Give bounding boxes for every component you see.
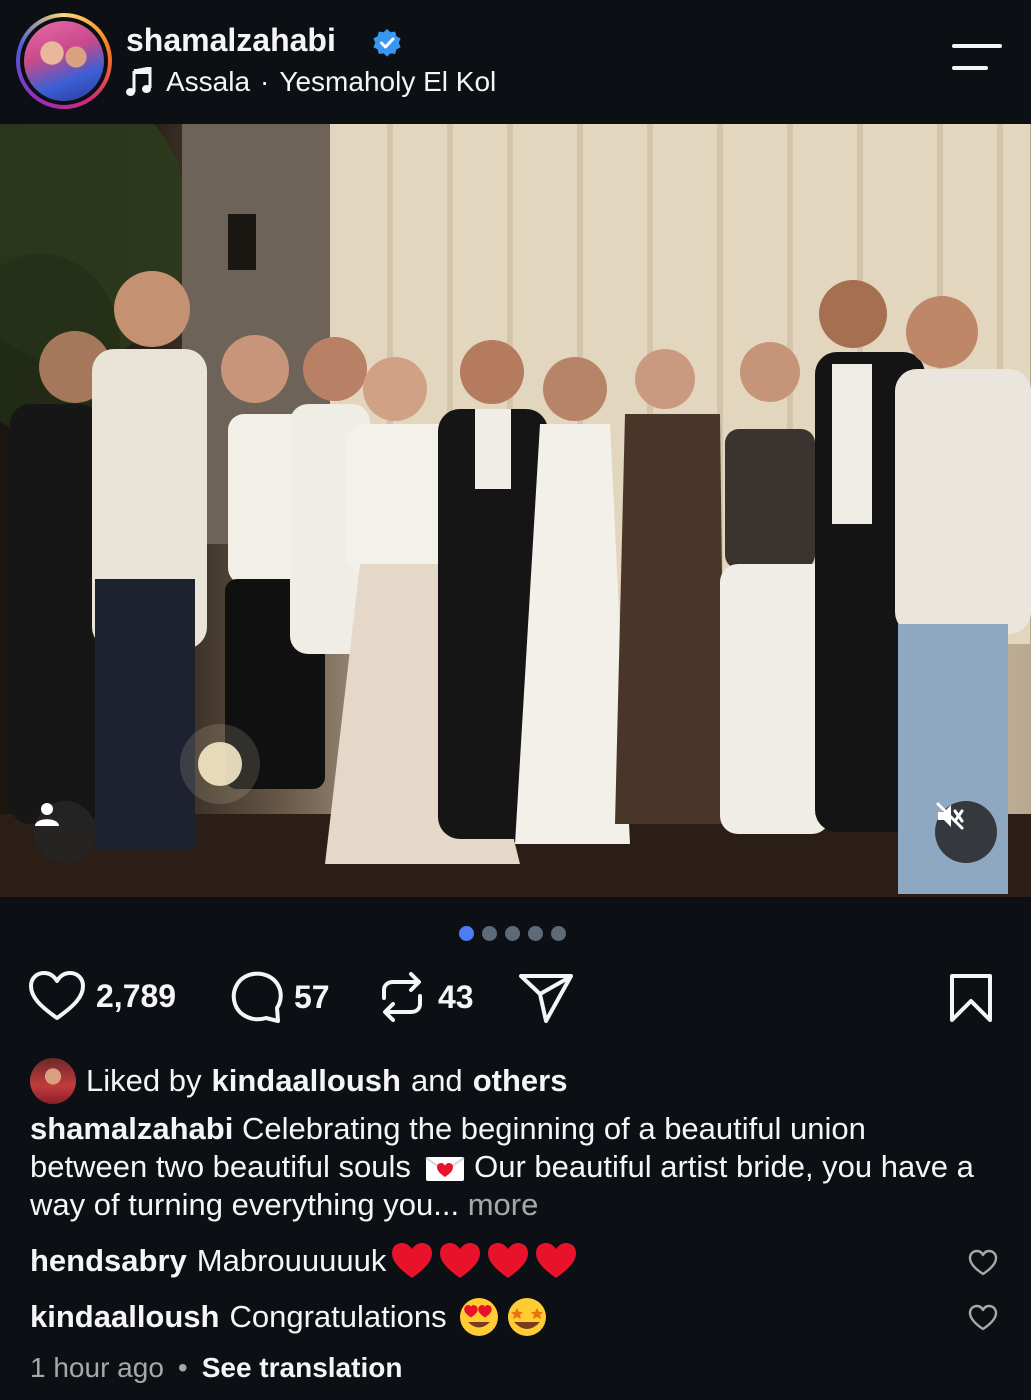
carousel-dot <box>528 926 543 941</box>
caption-more-link[interactable]: more <box>468 1187 539 1222</box>
carousel-indicator <box>459 926 566 941</box>
post-caption: shamalzahabi Celebrating the beginning o… <box>30 1110 990 1224</box>
music-track[interactable]: Assala · Yesmaholy El Kol <box>126 66 496 98</box>
bookmark-icon[interactable] <box>948 973 994 1023</box>
comment-row: kindaalloush Congratulations <box>30 1296 551 1338</box>
comment-row: hendsabry Mabrouuuuuk <box>30 1240 582 1282</box>
carousel-dot <box>551 926 566 941</box>
repost-count[interactable]: 43 <box>438 979 474 1016</box>
carousel-dot-active <box>459 926 474 941</box>
caption-username[interactable]: shamalzahabi <box>30 1111 233 1146</box>
post-photo[interactable] <box>0 124 1031 897</box>
post-header: shamalzahabi Assala · Yesmaholy El Kol <box>0 0 1031 124</box>
post-footer: 1 hour ago • See translation <box>30 1352 402 1384</box>
music-note-icon <box>126 67 152 96</box>
footer-separator: • <box>177 1352 188 1383</box>
tagged-people-button[interactable] <box>34 801 96 863</box>
comment-action[interactable]: 57 <box>230 970 330 1024</box>
avatar[interactable] <box>24 21 104 101</box>
love-letter-icon <box>425 1156 466 1181</box>
comment-count[interactable]: 57 <box>294 979 330 1016</box>
comment-like-heart-icon[interactable] <box>968 1304 998 1332</box>
action-bar: 2,789 57 43 <box>28 970 1003 1026</box>
like-count[interactable]: 2,789 <box>96 978 176 1015</box>
comment-text: Congratulations <box>229 1299 447 1334</box>
repost-icon[interactable] <box>376 970 428 1024</box>
carousel-dot <box>505 926 520 941</box>
share-icon[interactable] <box>518 972 574 1024</box>
carousel-dot <box>482 926 497 941</box>
comment-text: Mabrouuuuuk <box>196 1243 387 1278</box>
post-username[interactable]: shamalzahabi <box>126 22 336 59</box>
profile-avatar-story-ring[interactable] <box>16 13 112 109</box>
like-action[interactable]: 2,789 <box>28 970 176 1022</box>
liker-avatar[interactable] <box>30 1058 76 1104</box>
mute-button[interactable] <box>935 801 997 863</box>
repost-action[interactable]: 43 <box>376 970 474 1024</box>
comment-username[interactable]: hendsabry <box>30 1243 187 1279</box>
menu-icon[interactable] <box>952 44 1002 74</box>
post-timestamp: 1 hour ago <box>30 1352 164 1383</box>
liked-by-others[interactable]: others <box>473 1063 568 1099</box>
comment-icon[interactable] <box>230 970 284 1024</box>
liked-by-prefix: Liked by <box>86 1063 202 1098</box>
see-translation-link[interactable]: See translation <box>202 1352 403 1384</box>
music-title: Yesmaholy El Kol <box>279 66 497 97</box>
music-separator: · <box>260 66 270 97</box>
comment-like-heart-icon[interactable] <box>968 1249 998 1277</box>
person-icon <box>35 803 59 826</box>
emoji-icons <box>459 1298 546 1336</box>
verified-badge-icon <box>373 29 401 57</box>
music-artist: Assala <box>166 66 251 97</box>
speaker-muted-icon <box>936 802 964 830</box>
liked-by-and: and <box>410 1063 463 1098</box>
comment-username[interactable]: kindaalloush <box>30 1299 219 1335</box>
liked-by-row[interactable]: Liked by kindaalloush and others <box>30 1058 567 1104</box>
heart-icon[interactable] <box>28 970 86 1022</box>
liked-by-user[interactable]: kindaalloush <box>211 1063 400 1099</box>
group-photo-image <box>0 124 1031 897</box>
red-hearts-icon <box>392 1243 577 1278</box>
